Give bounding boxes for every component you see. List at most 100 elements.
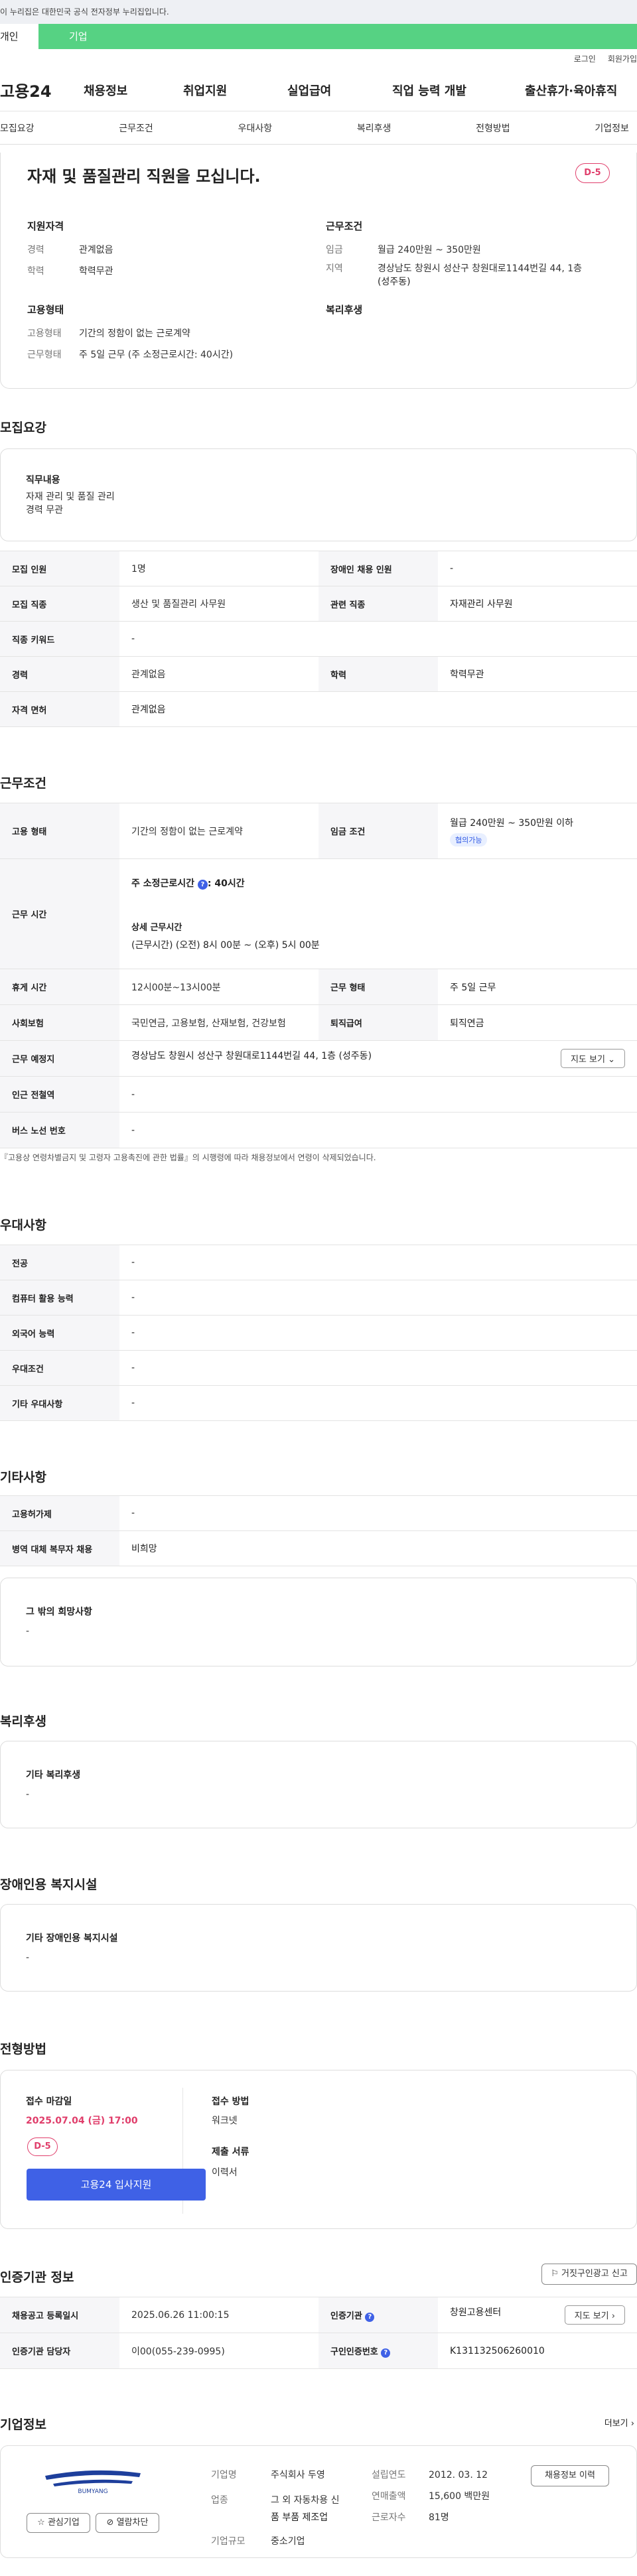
recruit-title: 모집요강: [0, 421, 46, 435]
cell-key: 근무 예정지: [0, 1040, 119, 1077]
cell-key: 기타 우대사항: [0, 1385, 119, 1421]
company-est-value: 2012. 03. 12: [429, 2470, 488, 2480]
tab-company[interactable]: 기업: [38, 24, 102, 49]
info-icon[interactable]: ?: [197, 880, 208, 890]
chevron-right-icon: ›: [630, 2419, 634, 2429]
subnav-process[interactable]: 전형방법: [476, 121, 510, 135]
table-row: 외국어 능력 -: [0, 1315, 637, 1351]
duty-heading: 직무내용: [26, 475, 60, 486]
company-sales-value: 15,600 백만원: [429, 2491, 490, 2502]
section-nav: 모집요강 근무조건 우대사항 복리후생 전형방법 기업정보: [0, 111, 637, 145]
flag-icon: ⚐: [551, 2269, 559, 2279]
method-value: 워크넷: [212, 2116, 238, 2126]
etc-table: 고용허가제 - 병역 대체 복무자 채용 비희망: [0, 1495, 637, 1566]
info-icon[interactable]: ?: [381, 2348, 391, 2358]
exp-row: 경력 관계없음: [27, 243, 113, 256]
site-logo[interactable]: 고용24: [0, 78, 84, 102]
welfare-heading: 복리후생: [326, 304, 363, 316]
login-link[interactable]: 로그인: [574, 54, 596, 64]
cell-key: 학력: [318, 656, 438, 692]
block-button[interactable]: ⊘ 열람차단: [96, 2513, 159, 2533]
gnb-unemployment-benefit[interactable]: 실업급여: [287, 82, 392, 99]
gnb-vocational-training[interactable]: 직업 능력 개발: [392, 82, 525, 99]
cell-key: 관련 직종: [318, 586, 438, 622]
table-row: 인증기관 담당자 이00(055-239-0995) 구인인증번호 ? K131…: [0, 2333, 637, 2369]
subnav-company[interactable]: 기업정보: [595, 121, 629, 135]
map-button[interactable]: 지도 보기 ⌄: [560, 1049, 625, 1068]
gnb-employment-support[interactable]: 취업지원: [183, 82, 287, 99]
company-biz-value: 그 외 자동차용 신: [271, 2495, 340, 2506]
cell-value: 자재관리 사무원: [438, 586, 637, 622]
chevron-down-icon: ⌄: [608, 1055, 615, 1065]
cell-key: 임금 조건: [318, 803, 438, 859]
cell-key: 우대조건: [0, 1350, 119, 1386]
agency-map-label: 지도 보기: [574, 2311, 609, 2321]
more-link[interactable]: 더보기 ›: [604, 2416, 634, 2429]
cell-value: 관계없음: [119, 656, 318, 692]
interest-button[interactable]: ☆ 관심기업: [27, 2513, 90, 2533]
method-heading: 접수 방법: [212, 2096, 249, 2107]
apply-button[interactable]: 고용24 입사지원: [27, 2169, 206, 2201]
subnav-work[interactable]: 근무조건: [119, 121, 153, 135]
cell-key: 전공: [0, 1245, 119, 1280]
company-est-row: 설립연도 2012. 03. 12: [372, 2468, 488, 2481]
process-title: 전형방법: [0, 2042, 46, 2057]
agency-title: 인증기관 정보: [0, 2270, 74, 2285]
welfare-title: 복리후생: [0, 1714, 46, 1729]
worktype-row: 근무형태 주 5일 근무 (주 소정근로시간: 40시간): [27, 348, 233, 361]
emptype-key: 고용형태: [27, 328, 62, 339]
area-value: 경상남도 창원시 성산구 창원대로1144번길 44, 1층: [378, 263, 583, 274]
cell-key: 인근 전철역: [0, 1076, 119, 1113]
condition-heading: 근무조건: [326, 220, 363, 232]
signup-link[interactable]: 회원가입: [608, 54, 637, 64]
tab-personal[interactable]: 개인: [0, 24, 38, 49]
cell-value: 비희망: [119, 1530, 637, 1566]
docs-heading: 제출 서류: [212, 2147, 249, 2157]
gnb-maternity-leave[interactable]: 출산휴가·육아휴직: [525, 82, 617, 99]
block-label: 열람차단: [116, 2518, 149, 2528]
cell-value: 퇴직연금: [438, 1004, 637, 1041]
gov-banner-text: 이 누리집은 대한민국 공식 전자정부 누리집입니다.: [0, 7, 169, 17]
cell-key: 휴게 시간: [0, 969, 119, 1005]
util-menu: 로그인 회원가입: [0, 49, 637, 69]
emptype-row: 고용형태 기간의 정함이 없는 근로계약: [27, 326, 190, 340]
cell-key: 장애인 채용 인원: [318, 551, 438, 586]
more-label: 더보기: [604, 2419, 628, 2429]
deadline-heading: 접수 마감일: [26, 2096, 72, 2107]
job-title: 자재 및 품질관리 직원을 모십니다.: [27, 167, 261, 186]
age-note: 『고용상 연령차별금지 및 고령자 고용촉진에 관한 법률』의 시행령에 따라 …: [0, 1153, 376, 1162]
company-logo: BUMYANG: [45, 2470, 141, 2494]
agency-table: 채용공고 등록일시 2025.06.26 11:00:15 인증기관 ? 창원고…: [0, 2297, 637, 2369]
gnb-jobs[interactable]: 채용정보: [84, 82, 183, 99]
cell-value: 주 5일 근무: [438, 969, 637, 1005]
cell-value: 기간의 정함이 없는 근로계약: [119, 803, 318, 859]
subnav-recruit[interactable]: 모집요강: [0, 121, 35, 135]
agency-map-button[interactable]: 지도 보기 ›: [564, 2305, 625, 2325]
cell-value: -: [119, 1245, 637, 1280]
cell-key: 버스 노선 번호: [0, 1112, 119, 1148]
job-history-button[interactable]: 채용정보 이력: [531, 2465, 609, 2486]
duty-box: 직무내용 자재 관리 및 품질 관리 경력 무관: [0, 448, 637, 541]
other-wish-heading: 그 밖의 희망사항: [26, 1607, 92, 1617]
cell-value: 2025.06.26 11:00:15: [119, 2297, 318, 2333]
company-sales-row: 연매출액 15,600 백만원: [372, 2489, 490, 2502]
subnav-welfare[interactable]: 복리후생: [357, 121, 391, 135]
table-row: 인근 전철역 -: [0, 1076, 637, 1113]
cell-key: 퇴직급여: [318, 1004, 438, 1041]
hours-weekly: 주 소정근로시간 ?: 40시간: [131, 878, 245, 890]
cell-key: 경력: [0, 656, 119, 692]
cell-key: 고용 형태: [0, 803, 119, 859]
info-icon[interactable]: ?: [365, 2312, 375, 2322]
deadline-value: 2025.07.04 (금) 17:00: [26, 2116, 138, 2126]
pay-value: 월급 240만원 ~ 350만원: [378, 245, 481, 255]
cell-key: 사회보험: [0, 1004, 119, 1041]
subnav-pref[interactable]: 우대사항: [238, 121, 273, 135]
cert-key: 구인인증번호: [330, 2346, 378, 2357]
cell-value: -: [119, 1350, 637, 1386]
table-row: 채용공고 등록일시 2025.06.26 11:00:15 인증기관 ? 창원고…: [0, 2297, 637, 2333]
hours-detail-label: 상세 근무시간: [131, 923, 182, 933]
negotiable-badge: 협의가능: [450, 833, 488, 847]
report-button[interactable]: ⚐ 거짓구인광고 신고: [541, 2264, 637, 2285]
place-value: 경상남도 창원시 성산구 창원대로1144번길 44, 1층 (성주동): [131, 1051, 372, 1061]
interest-label: 관심기업: [47, 2518, 80, 2528]
